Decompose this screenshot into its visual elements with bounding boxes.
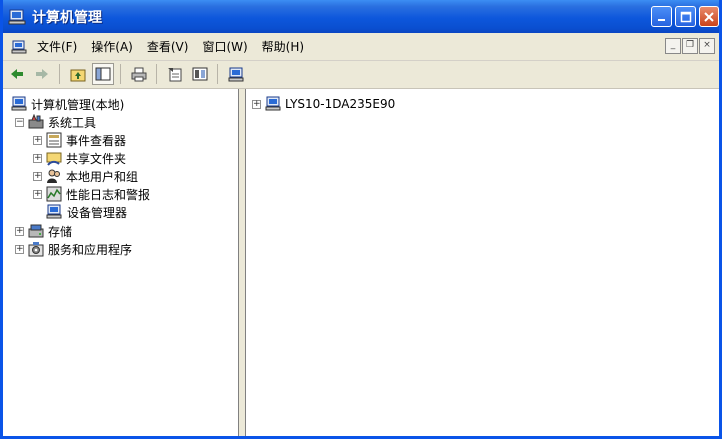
- toolbar-separator: [59, 64, 60, 84]
- toolbar-separator: [217, 64, 218, 84]
- computer-icon: [11, 96, 27, 111]
- tree-label: 系统工具: [48, 115, 97, 130]
- tree-item-services-apps[interactable]: + 服务和应用程序: [15, 240, 132, 258]
- event-viewer-icon: [46, 132, 62, 148]
- export-list-button[interactable]: [189, 63, 211, 85]
- device-tree-root[interactable]: + LYS10-1DA235E90: [252, 95, 395, 113]
- child-restore-button[interactable]: ❐: [682, 38, 698, 54]
- expand-icon[interactable]: +: [15, 244, 24, 254]
- child-window-controls: _ ❐ ×: [664, 38, 715, 54]
- maximize-icon: [680, 11, 691, 22]
- expand-icon[interactable]: +: [33, 171, 42, 181]
- tree-label: 共享文件夹: [66, 151, 127, 166]
- minimize-button[interactable]: [651, 6, 672, 27]
- print-icon: [131, 67, 147, 81]
- print-button[interactable]: [128, 63, 150, 85]
- menu-file[interactable]: 文件(F): [37, 38, 77, 55]
- system-tools-icon: [28, 114, 44, 129]
- tree-item-storage[interactable]: + 存储: [15, 222, 72, 240]
- toolbar-separator: [156, 64, 157, 84]
- computer-management-icon: [8, 9, 26, 24]
- users-icon: [47, 169, 60, 183]
- tree-item-perf-logs[interactable]: + 性能日志和警报: [33, 185, 150, 203]
- storage-icon: [28, 224, 44, 238]
- properties-icon: [168, 67, 182, 81]
- tree-label: 事件查看器: [66, 133, 127, 148]
- services-icon: [28, 242, 44, 257]
- child-close-button[interactable]: ×: [699, 38, 715, 54]
- tree-item-device-manager[interactable]: 设备管理器: [46, 203, 128, 221]
- menu-view[interactable]: 查看(V): [147, 38, 189, 55]
- tree-item-shared-folders[interactable]: + 共享文件夹: [33, 149, 126, 167]
- up-level-button[interactable]: [67, 63, 89, 85]
- tree-label: 存储: [48, 224, 73, 239]
- expand-icon[interactable]: +: [33, 153, 42, 163]
- expand-icon[interactable]: +: [33, 135, 42, 145]
- tree-label: 计算机管理(本地): [31, 97, 125, 112]
- up-folder-icon: [70, 69, 86, 81]
- tree-label: 服务和应用程序: [48, 242, 133, 257]
- forward-icon: [36, 69, 48, 79]
- device-manager-icon: [46, 204, 62, 219]
- details-pane: + LYS10-1DA235E90: [245, 89, 719, 436]
- computer-icon: [265, 96, 281, 111]
- tree-item-root[interactable]: 计算机管理(本地): [11, 95, 124, 113]
- menu-action[interactable]: 操作(A): [91, 38, 133, 55]
- tree-item-local-users[interactable]: + 本地用户和组: [33, 167, 138, 185]
- tree-label: 性能日志和警报: [66, 187, 151, 202]
- expand-icon[interactable]: +: [252, 99, 261, 109]
- menu-bar: 文件(F) 操作(A) 查看(V) 窗口(W) 帮助(H) _ ❐ ×: [3, 33, 719, 61]
- export-list-icon: [192, 67, 208, 81]
- computer-manage-button[interactable]: [225, 63, 247, 85]
- menu-window[interactable]: 窗口(W): [202, 38, 247, 55]
- shared-folder-icon: [46, 152, 62, 166]
- maximize-button[interactable]: [675, 6, 696, 27]
- console-tree-pane: 计算机管理(本地) − 系统工具 + 事件查看器 + 共享文件夹 + 本地用户和…: [3, 89, 239, 436]
- computer-management-window: 计算机管理 文件(F) 操作(A) 查看(V) 窗口(W) 帮助(H) _ ❐ …: [0, 0, 722, 439]
- properties-button[interactable]: [164, 63, 186, 85]
- child-minimize-button[interactable]: _: [665, 38, 681, 54]
- forward-button[interactable]: [31, 63, 53, 85]
- toolbar: [3, 60, 719, 89]
- tree-label: 本地用户和组: [66, 169, 139, 184]
- back-icon: [11, 69, 23, 79]
- performance-logs-icon: [46, 186, 62, 202]
- tree-item-system-tools[interactable]: − 系统工具: [15, 113, 96, 131]
- tree-label: 设备管理器: [67, 205, 128, 220]
- toolbar-separator: [120, 64, 121, 84]
- minimize-icon: [657, 18, 665, 21]
- expand-icon[interactable]: +: [15, 226, 24, 236]
- title-bar[interactable]: 计算机管理: [3, 0, 719, 33]
- back-button[interactable]: [6, 63, 28, 85]
- collapse-icon[interactable]: −: [15, 117, 24, 127]
- app-menu-icon[interactable]: [11, 40, 27, 54]
- show-hide-tree-button[interactable]: [92, 63, 114, 85]
- expand-icon[interactable]: +: [33, 189, 42, 199]
- close-icon: [704, 11, 714, 22]
- computer-name: LYS10-1DA235E90: [285, 97, 396, 111]
- close-button[interactable]: [699, 6, 719, 27]
- tree-item-event-viewer[interactable]: + 事件查看器: [33, 131, 126, 149]
- show-hide-tree-icon: [95, 67, 111, 81]
- menu-help[interactable]: 帮助(H): [262, 38, 304, 55]
- window-title: 计算机管理: [32, 9, 102, 26]
- computer-manage-icon: [228, 67, 244, 81]
